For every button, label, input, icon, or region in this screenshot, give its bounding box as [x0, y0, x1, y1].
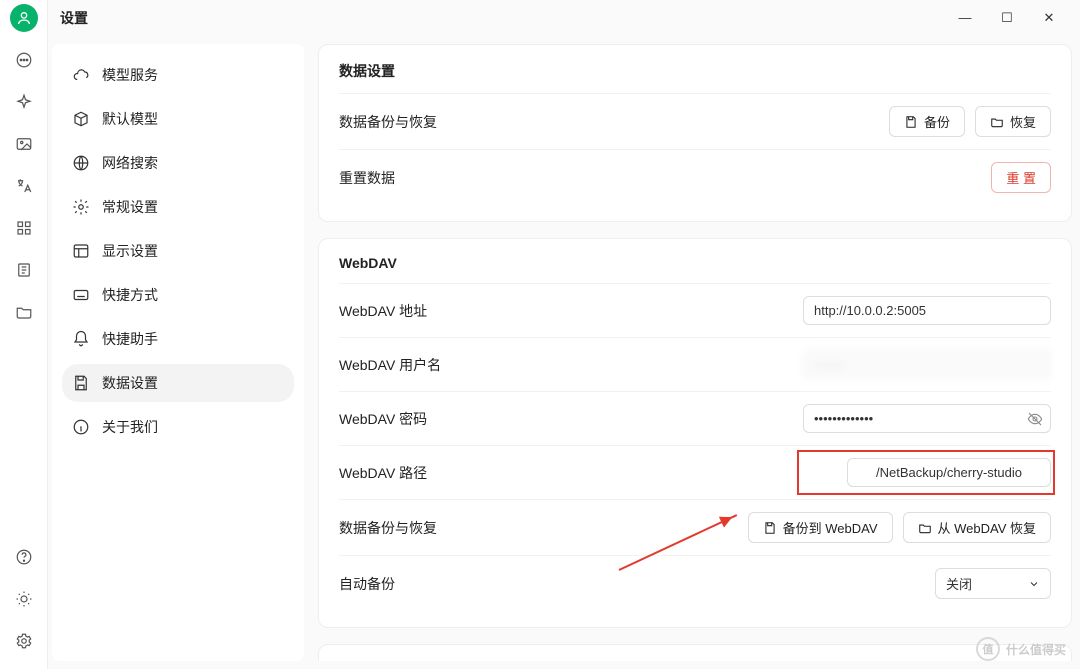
sidebar-item-label: 关于我们 [102, 417, 158, 437]
sidebar-item-label: 常规设置 [102, 197, 158, 217]
row-label: 重置数据 [339, 168, 395, 188]
rail-apps-icon[interactable] [10, 214, 38, 242]
row-label: WebDAV 地址 [339, 301, 427, 321]
row-label: WebDAV 用户名 [339, 355, 441, 375]
restore-from-webdav-button[interactable]: 从 WebDAV 恢复 [903, 512, 1051, 543]
sidebar-item-display[interactable]: 显示设置 [62, 232, 294, 270]
chevron-down-icon [1028, 578, 1040, 590]
row-webdav-password: WebDAV 密码 [339, 391, 1051, 445]
avatar[interactable] [10, 4, 38, 32]
sidebar-item-shortcut[interactable]: 快捷方式 [62, 276, 294, 314]
rail-image-icon[interactable] [10, 130, 38, 158]
row-reset-data: 重置数据 重 置 [339, 149, 1051, 205]
panel-webdav: WebDAV WebDAV 地址 WebDAV 用户名 [318, 238, 1072, 628]
sidebar-item-web-search[interactable]: 网络搜索 [62, 144, 294, 182]
webdav-path-input[interactable] [847, 458, 1051, 487]
row-label: 数据备份与恢复 [339, 518, 437, 538]
row-label: WebDAV 密码 [339, 409, 427, 429]
globe-icon [72, 154, 90, 172]
row-label: 自动备份 [339, 574, 395, 594]
page-title: 设置 [60, 8, 88, 28]
titlebar: 设置 — ☐ ✕ [48, 0, 1080, 36]
sidebar-item-label: 网络搜索 [102, 153, 158, 173]
backup-button[interactable]: 备份 [889, 106, 965, 137]
watermark-icon: 值 [976, 637, 1000, 661]
sidebar-item-label: 模型服务 [102, 65, 158, 85]
info-icon [72, 418, 90, 436]
sidebar-item-quick-assistant[interactable]: 快捷助手 [62, 320, 294, 358]
window-minimize-button[interactable]: — [954, 10, 976, 26]
save-icon [904, 115, 918, 129]
folder-open-icon [990, 115, 1004, 129]
save-icon [763, 521, 777, 535]
rail-files-icon[interactable] [10, 256, 38, 284]
cube-icon [72, 110, 90, 128]
panel-data-settings: 数据设置 数据备份与恢复 备份 恢复 [318, 44, 1072, 222]
row-auto-backup: 自动备份 关闭 [339, 555, 1051, 611]
sidebar-item-label: 默认模型 [102, 109, 158, 129]
rail-translate-icon[interactable] [10, 172, 38, 200]
row-webdav-backup-restore: 数据备份与恢复 备份到 WebDAV 从 WebDAV 恢复 [339, 499, 1051, 555]
rail-settings-icon[interactable] [10, 627, 38, 655]
auto-backup-select[interactable]: 关闭 [935, 568, 1051, 599]
row-webdav-username: WebDAV 用户名 [339, 337, 1051, 391]
sidebar-item-default-model[interactable]: 默认模型 [62, 100, 294, 138]
layout-icon [72, 242, 90, 260]
webdav-password-input[interactable] [803, 404, 1051, 433]
keyboard-icon [72, 286, 90, 304]
settings-content: 数据设置 数据备份与恢复 备份 恢复 [318, 44, 1072, 661]
row-label: 数据备份与恢复 [339, 112, 437, 132]
sidebar-item-label: 快捷方式 [102, 285, 158, 305]
reset-button[interactable]: 重 置 [991, 162, 1051, 193]
gear-icon [72, 198, 90, 216]
sidebar-item-label: 快捷助手 [102, 329, 158, 349]
disk-icon [72, 374, 90, 392]
rail-theme-icon[interactable] [10, 585, 38, 613]
webdav-address-input[interactable] [803, 296, 1051, 325]
rail-folder-icon[interactable] [10, 298, 38, 326]
row-backup-restore: 数据备份与恢复 备份 恢复 [339, 93, 1051, 149]
restore-button[interactable]: 恢复 [975, 106, 1051, 137]
panel-title: WebDAV [339, 255, 1051, 271]
panel-title: 数据设置 [339, 61, 1051, 81]
row-webdav-address: WebDAV 地址 [339, 283, 1051, 337]
sidebar-item-data-settings[interactable]: 数据设置 [62, 364, 294, 402]
settings-sidebar: 模型服务 默认模型 网络搜索 常规设置 显示设置 [52, 44, 304, 661]
rail-sparkle-icon[interactable] [10, 88, 38, 116]
sidebar-item-about[interactable]: 关于我们 [62, 408, 294, 446]
toggle-password-icon[interactable] [1027, 411, 1043, 427]
window-maximize-button[interactable]: ☐ [996, 10, 1018, 26]
bell-icon [72, 330, 90, 348]
annotation-highlight [847, 458, 1051, 487]
sidebar-item-label: 显示设置 [102, 241, 158, 261]
webdav-username-input[interactable] [803, 350, 1051, 379]
app-rail [0, 0, 48, 669]
sidebar-item-label: 数据设置 [102, 373, 158, 393]
folder-open-icon [918, 521, 932, 535]
row-label: WebDAV 路径 [339, 463, 427, 483]
sidebar-item-general[interactable]: 常规设置 [62, 188, 294, 226]
rail-help-icon[interactable] [10, 543, 38, 571]
watermark: 值 什么值得买 [976, 637, 1066, 661]
sidebar-item-model-service[interactable]: 模型服务 [62, 56, 294, 94]
cloud-icon [72, 66, 90, 84]
backup-to-webdav-button[interactable]: 备份到 WebDAV [748, 512, 893, 543]
rail-chat-icon[interactable] [10, 46, 38, 74]
panel-notion: Notion 配置 [318, 644, 1072, 661]
window-close-button[interactable]: ✕ [1038, 10, 1060, 26]
row-webdav-path: WebDAV 路径 [339, 445, 1051, 499]
